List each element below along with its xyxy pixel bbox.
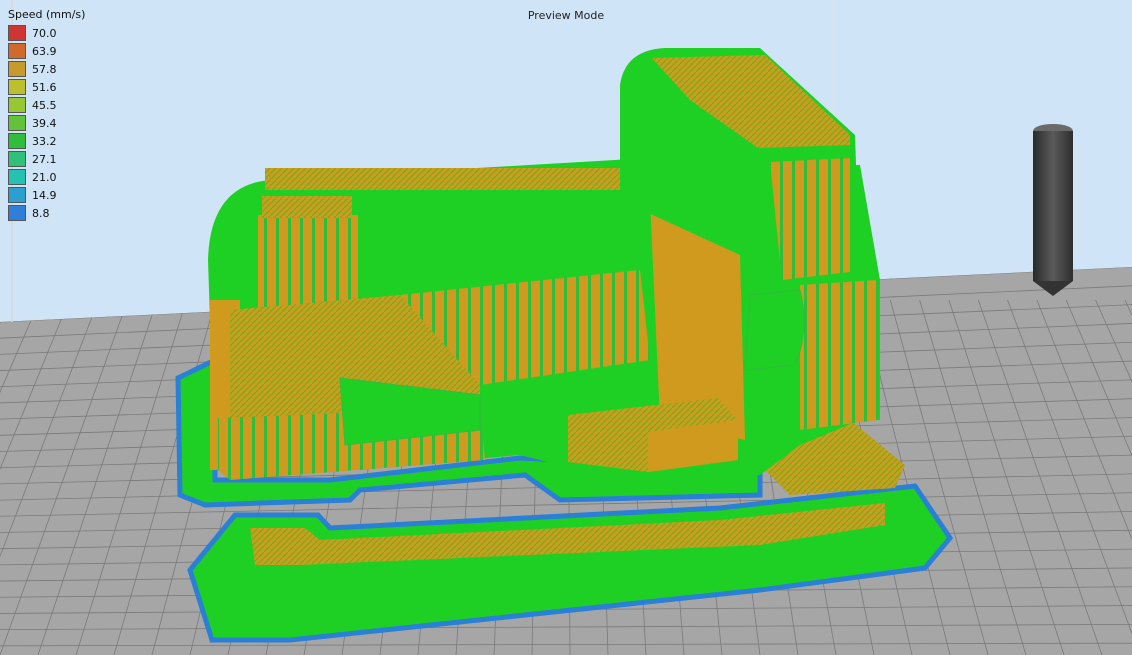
legend-swatch xyxy=(8,169,26,185)
legend-value: 14.9 xyxy=(32,188,57,202)
speed-legend: Speed (mm/s) 70.0 63.9 57.8 51.6 45.5 39.4 33.… xyxy=(8,8,85,222)
legend-value: 27.1 xyxy=(32,152,57,166)
model-left-cap-infill xyxy=(262,196,352,218)
legend-title: Speed (mm/s) xyxy=(8,8,86,21)
legend-swatch xyxy=(8,133,26,149)
legend-item: 14.9 xyxy=(8,186,85,204)
legend-swatch xyxy=(8,43,26,59)
model-tower-front-fins xyxy=(770,158,850,280)
legend-swatch xyxy=(8,97,26,113)
legend-swatch xyxy=(8,187,26,203)
model-right-block xyxy=(800,280,878,430)
legend-item: 27.1 xyxy=(8,150,85,168)
legend-item: 8.8 xyxy=(8,204,85,222)
legend-swatch xyxy=(8,25,26,41)
print-nozzle-icon xyxy=(1033,124,1073,296)
legend-value: 8.8 xyxy=(32,206,50,220)
legend-item: 57.8 xyxy=(8,60,85,78)
legend-item: 70.0 xyxy=(8,24,85,42)
3d-preview-viewport[interactable] xyxy=(0,0,1132,655)
legend-swatch xyxy=(8,79,26,95)
legend-item: 63.9 xyxy=(8,42,85,60)
legend-value: 45.5 xyxy=(32,98,57,112)
preview-mode-label: Preview Mode xyxy=(527,9,605,22)
legend-swatch xyxy=(8,205,26,221)
legend-swatch xyxy=(8,61,26,77)
legend-value: 57.8 xyxy=(32,62,57,76)
model-top-plate-infill xyxy=(265,168,645,190)
legend-item: 21.0 xyxy=(8,168,85,186)
legend-value: 21.0 xyxy=(32,170,57,184)
legend-item: 45.5 xyxy=(8,96,85,114)
legend-value: 39.4 xyxy=(32,116,57,130)
legend-swatch xyxy=(8,115,26,131)
legend-item: 39.4 xyxy=(8,114,85,132)
legend-value: 70.0 xyxy=(32,26,57,40)
legend-value: 33.2 xyxy=(32,134,57,148)
model-right-cylinder xyxy=(744,289,805,371)
legend-value: 63.9 xyxy=(32,44,57,58)
legend-value: 51.6 xyxy=(32,80,57,94)
legend-swatch xyxy=(8,151,26,167)
legend-item: 51.6 xyxy=(8,78,85,96)
legend-item: 33.2 xyxy=(8,132,85,150)
